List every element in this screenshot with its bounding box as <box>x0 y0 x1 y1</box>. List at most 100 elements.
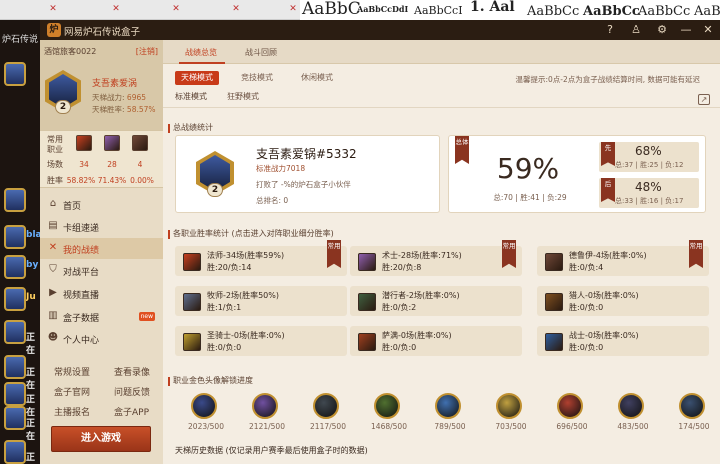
mode-arena[interactable]: 竞技模式 <box>235 71 279 85</box>
class-card-rogue[interactable]: 潜行者-2场(胜率:0%) 胜:0/负:2 <box>350 286 522 316</box>
style-sample: AaBbCcI <box>414 4 463 17</box>
logout-link[interactable]: [注销] <box>136 46 158 57</box>
total-detail: 总:70 | 胜:41 | 负:29 <box>493 193 567 202</box>
submode-bar: 标准模式 狂野模式 ↗ <box>163 88 720 108</box>
nav-box-data[interactable]: ▥ 盒子数据 new <box>40 306 163 327</box>
class-summary: 牧师-2场(胜率50%) <box>207 291 279 300</box>
class-card-shaman[interactable]: 萨满-0场(胜率:0%) 胜:0/负:0 <box>350 326 522 356</box>
nav-battle-platform[interactable]: ⛉ 对战平台 <box>40 260 163 281</box>
list-item: 正在 <box>26 419 36 442</box>
help-icon[interactable]: ? <box>602 22 618 38</box>
nav-my-records[interactable]: ✕ 我的战绩 <box>40 238 163 259</box>
minimize-icon[interactable]: — <box>678 22 694 38</box>
mode-ladder[interactable]: 天梯模式 <box>175 71 219 85</box>
background-title: 炉石传说 <box>2 35 39 45</box>
avatar <box>4 225 26 249</box>
class-card-warlock[interactable]: 术士-28场(胜率:71%) 胜:20/负:8 常用 <box>350 240 522 276</box>
golden-hero-progress[interactable]: 789/500 <box>428 393 468 433</box>
avatar <box>4 287 26 311</box>
rank-emblem: 2 <box>45 70 81 114</box>
druid-class-icon[interactable] <box>132 135 148 151</box>
title-bar: 炉 网易炉石传说盒子 ? ♙ ⚙ — ✕ <box>40 20 720 40</box>
nav-label: 首页 <box>63 202 82 212</box>
class-record: 胜:0/负:0 <box>569 343 604 352</box>
mage-class-icon <box>183 253 201 271</box>
golden-hero-progress[interactable]: 174/500 <box>672 393 712 433</box>
list-item: 正在 <box>26 333 36 356</box>
submode-standard[interactable]: 标准模式 <box>175 91 207 102</box>
link-feedback[interactable]: 问题反馈 <box>114 385 150 398</box>
hero-progress-value: 483/500 <box>617 422 649 431</box>
class-summary: 圣骑士-0场(胜率:0%) <box>207 331 285 340</box>
link-settings[interactable]: 常规设置 <box>54 365 90 378</box>
warrior-class-icon <box>545 333 563 351</box>
link-replays[interactable]: 查看录像 <box>114 365 150 378</box>
golden-hero-progress[interactable]: 2121/500 <box>245 393 285 433</box>
games-value: 34 <box>79 160 89 169</box>
rate-value: 71.43% <box>97 176 127 185</box>
nav-decks[interactable]: ▤ 卡组速递 <box>40 216 163 237</box>
share-icon[interactable]: ↗ <box>698 94 710 105</box>
power-line: 天梯战力: 6965 <box>92 92 146 103</box>
hero-portrait-icon <box>252 393 278 419</box>
golden-hero-progress[interactable]: 483/500 <box>611 393 651 433</box>
class-card-druid[interactable]: 德鲁伊-4场(胜率:0%) 胜:0/负:4 常用 <box>537 240 709 276</box>
close-icon[interactable]: ✕ <box>700 22 716 38</box>
golden-hero-progress[interactable]: 2117/500 <box>306 393 346 433</box>
golden-hero-progress[interactable]: 1468/500 <box>367 393 407 433</box>
settings-icon[interactable]: ⚙ <box>654 22 670 38</box>
tab-overview[interactable]: 战绩总览 <box>185 47 217 58</box>
main-panel: 战绩总览 战斗回顾 天梯模式 竞技模式 休闲模式 温馨提示:0点-2点为盒子战绩… <box>163 40 720 464</box>
common-ribbon: 常用 <box>689 240 703 268</box>
mage-class-icon[interactable] <box>76 135 92 151</box>
tab-review[interactable]: 战斗回顾 <box>245 47 277 58</box>
mode-casual[interactable]: 休闲模式 <box>295 71 339 85</box>
nav-label: 视频直播 <box>63 291 100 301</box>
class-card-priest[interactable]: 牧师-2场(胜率50%) 胜:1/负:1 <box>175 286 347 316</box>
class-summary: 术士-28场(胜率:71%) <box>382 251 462 260</box>
screen: AaBbC AaBbCcDdI AaBbCcI 1. Aal AaBbCc Aa… <box>0 0 720 464</box>
style-sample: AaBbCcDdI <box>357 4 409 14</box>
games-value: 4 <box>137 160 143 169</box>
class-record: 胜:20/负:8 <box>382 263 422 272</box>
list-item: Ju <box>26 292 36 302</box>
golden-hero-progress[interactable]: 2023/500 <box>184 393 224 433</box>
submode-wild[interactable]: 狂野模式 <box>227 91 259 102</box>
enter-game-button[interactable]: 进入游戏 <box>51 426 151 452</box>
class-summary: 法师-34场(胜率59%) <box>207 251 285 260</box>
background-tabs: ✕ ✕ ✕ ✕ ✕ <box>0 0 300 20</box>
nav-video[interactable]: ▶ 视频直播 <box>40 283 163 304</box>
class-card-warrior[interactable]: 战士-0场(胜率:0%) 胜:0/负:0 <box>537 326 709 356</box>
class-summary: 战士-0场(胜率:0%) <box>569 331 639 340</box>
sidebar: 酒馆旅客0022 [注销] 2 支吾素爱涡 天梯战力: 6965 天梯胜率: 5… <box>40 40 163 464</box>
total-ribbon: 总体 <box>455 136 469 164</box>
link-streamer[interactable]: 主播报名 <box>54 405 90 418</box>
first-detail: 总:37 | 胜:25 | 负:12 <box>615 161 684 169</box>
shirt-icon[interactable]: ♙ <box>628 22 644 38</box>
rogue-class-icon <box>358 293 376 311</box>
nav-home[interactable]: ⌂ 首页 <box>40 194 163 215</box>
class-record: 胜:0/负:0 <box>569 303 604 312</box>
class-card-mage[interactable]: 法师-34场(胜率59%) 胜:20/负:14 常用 <box>175 240 347 276</box>
avatar <box>4 382 26 406</box>
hero-portrait-icon <box>191 393 217 419</box>
hero-progress-value: 2121/500 <box>249 422 285 431</box>
class-card-paladin[interactable]: 圣骑士-0场(胜率:0%) 胜:0/负:0 <box>175 326 347 356</box>
link-website[interactable]: 盒子官网 <box>54 385 90 398</box>
warlock-class-icon[interactable] <box>104 135 120 151</box>
link-app[interactable]: 盒子APP <box>114 405 149 418</box>
tab-close-icon: ✕ <box>289 4 297 14</box>
nav-profile[interactable]: ☻ 个人中心 <box>40 328 163 349</box>
class-record: 胜:1/负:1 <box>207 303 242 312</box>
power-value: 6965 <box>126 93 147 102</box>
paladin-class-icon <box>183 333 201 351</box>
class-card-hunter[interactable]: 猎人-0场(胜率:0%) 胜:0/负:0 <box>537 286 709 316</box>
total-winrate: 59% <box>496 152 560 185</box>
home-icon: ⌂ <box>49 198 57 209</box>
avatar <box>4 355 26 379</box>
golden-hero-progress[interactable]: 696/500 <box>550 393 590 433</box>
nav-label: 盒子数据 <box>63 314 100 324</box>
golden-hero-progress[interactable]: 703/500 <box>489 393 529 433</box>
profile-card: 2 支吾素爱涡 天梯战力: 6965 天梯胜率: 58.57% <box>40 62 163 130</box>
style-sample: AaBbCc <box>694 4 720 19</box>
